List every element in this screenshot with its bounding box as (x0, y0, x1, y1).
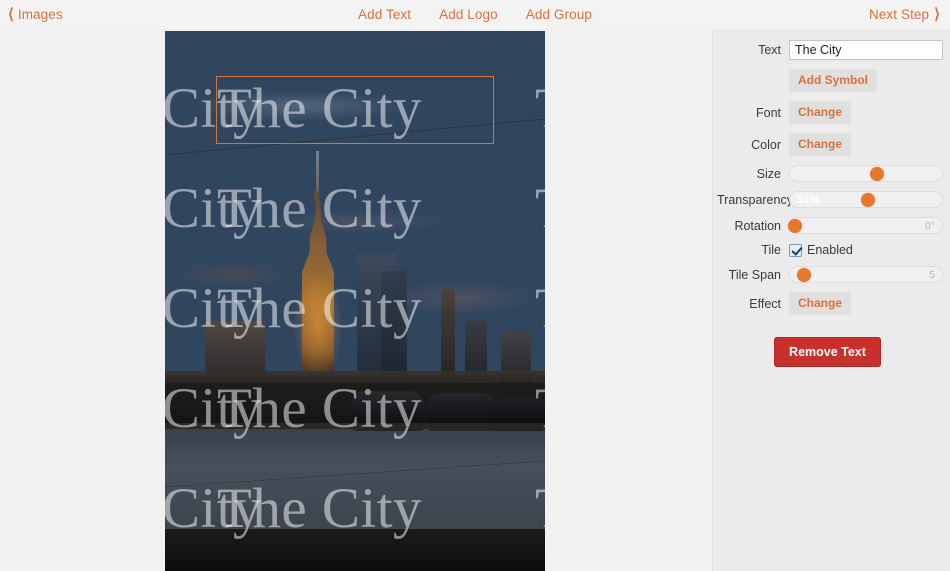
watermark-selection-box[interactable] (216, 76, 494, 144)
rotation-slider[interactable]: 0° (789, 217, 943, 234)
tile-label: Tile (717, 243, 789, 257)
row-text: Text (713, 40, 950, 60)
next-step-label: Next Step (869, 7, 929, 22)
add-logo-button[interactable]: Add Logo (439, 7, 498, 22)
top-action-group: Add Text Add Logo Add Group (0, 0, 950, 29)
effect-label: Effect (717, 297, 789, 311)
rotation-label: Rotation (717, 219, 789, 233)
tile-enabled-checkbox-wrap[interactable]: Enabled (789, 243, 853, 257)
row-tile-span: Tile Span 5 (713, 266, 950, 283)
row-color: Color Change (713, 133, 950, 156)
font-change-button[interactable]: Change (789, 101, 851, 124)
chevron-left-icon: ⟨ (8, 7, 14, 22)
color-label: Color (717, 138, 789, 152)
transparency-slider[interactable]: 51% (789, 191, 943, 208)
tile-span-slider[interactable]: 5 (789, 266, 943, 283)
row-font: Font Change (713, 101, 950, 124)
row-transparency: Transparency 51% (713, 191, 950, 208)
tile-span-slider-knob[interactable] (797, 268, 811, 282)
text-label: Text (717, 43, 789, 57)
editor-canvas[interactable]: The City The City The City The City The … (0, 29, 712, 571)
back-to-images-label: Images (18, 7, 63, 22)
rotation-slider-knob[interactable] (788, 219, 802, 233)
color-change-button[interactable]: Change (789, 133, 851, 156)
transparency-slider-value: 51% (797, 194, 819, 206)
preview-image-container[interactable]: The City The City The City The City The … (165, 31, 545, 571)
add-group-button[interactable]: Add Group (526, 7, 592, 22)
watermark-text-input[interactable] (789, 40, 943, 60)
remove-text-button[interactable]: Remove Text (774, 337, 881, 367)
row-size: Size (713, 165, 950, 182)
watermark-editor-app: ⟨ Images Add Text Add Logo Add Group Nex… (0, 0, 950, 571)
transparency-label: Transparency (717, 193, 789, 207)
back-to-images-button[interactable]: ⟨ Images (8, 0, 63, 29)
tile-enabled-label: Enabled (807, 243, 853, 257)
row-rotation: Rotation 0° (713, 217, 950, 234)
row-effect: Effect Change (713, 292, 950, 315)
row-add-symbol: Add Symbol (713, 69, 950, 92)
effect-change-button[interactable]: Change (789, 292, 851, 315)
tile-span-slider-value: 5 (929, 269, 935, 281)
transparency-slider-knob[interactable] (861, 193, 875, 207)
remove-text-row: Remove Text (713, 337, 950, 367)
top-toolbar: ⟨ Images Add Text Add Logo Add Group Nex… (0, 0, 950, 29)
row-tile: Tile Enabled (713, 243, 950, 257)
size-slider-knob[interactable] (870, 167, 884, 181)
properties-panel: Text Add Symbol Font Change Color Change… (712, 29, 950, 571)
add-symbol-button[interactable]: Add Symbol (789, 69, 877, 92)
tile-enabled-checkbox[interactable] (789, 244, 802, 257)
next-step-button[interactable]: Next Step ⟩ (869, 0, 940, 29)
rotation-slider-value: 0° (925, 220, 935, 232)
tile-span-label: Tile Span (717, 268, 789, 282)
font-label: Font (717, 106, 789, 120)
size-label: Size (717, 167, 789, 181)
chevron-right-icon: ⟩ (934, 7, 940, 22)
size-slider[interactable] (789, 165, 943, 182)
add-text-button[interactable]: Add Text (358, 7, 411, 22)
